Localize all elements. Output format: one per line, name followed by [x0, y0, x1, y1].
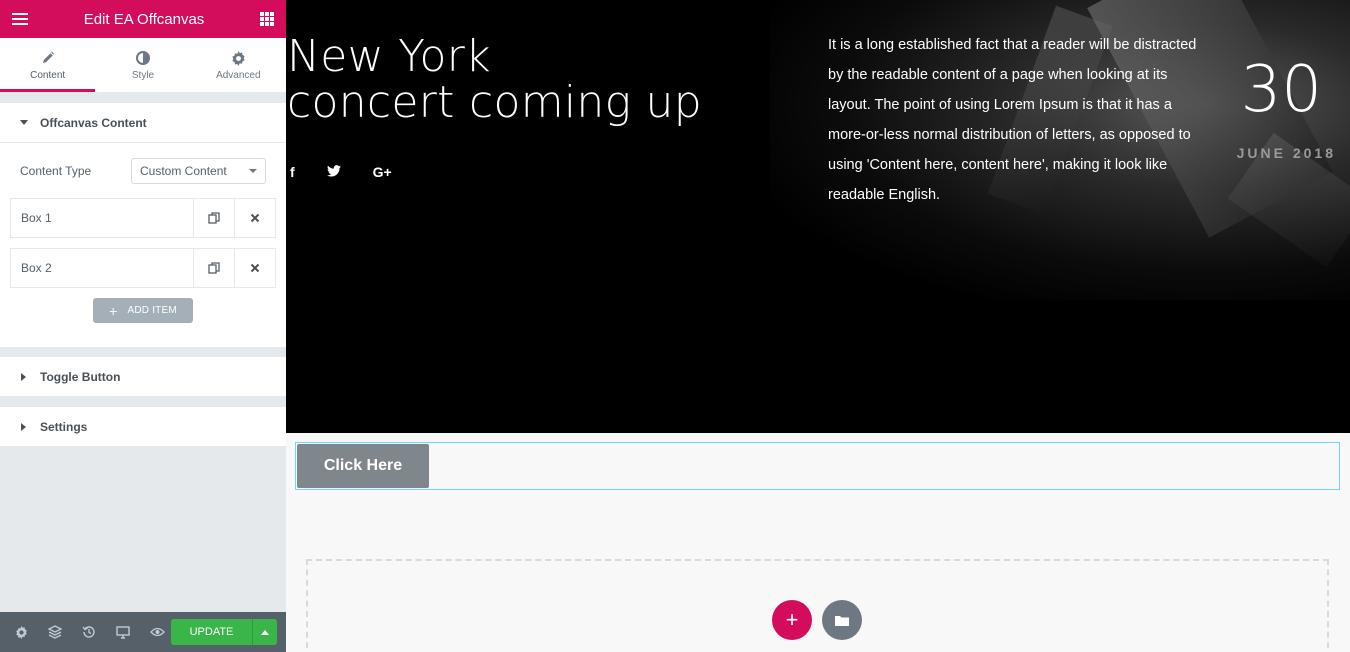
save-options-button[interactable]: [252, 619, 277, 645]
widgets-grid-icon[interactable]: [260, 12, 274, 26]
add-section-dropzone[interactable]: [306, 559, 1329, 652]
facebook-icon[interactable]: f: [290, 164, 295, 180]
section-toggle-button: Toggle Button: [0, 357, 286, 397]
repeater-item-title[interactable]: Box 1: [11, 199, 193, 237]
content-type-control: Content Type Custom Content: [10, 158, 276, 184]
section-title: Toggle Button: [40, 369, 121, 384]
section-title: Settings: [40, 419, 88, 434]
gear-icon: [15, 625, 27, 639]
add-template-button[interactable]: [822, 600, 862, 640]
repeater-item: Box 2: [10, 248, 276, 288]
content-type-value: Custom Content: [140, 164, 227, 178]
tab-style[interactable]: Style: [95, 38, 190, 92]
panel-title: Edit EA Offcanvas: [83, 10, 205, 28]
plus-icon: +: [785, 607, 799, 632]
folder-icon: [835, 615, 849, 626]
content-type-label: Content Type: [20, 164, 92, 178]
add-item-label: ADD ITEM: [127, 305, 177, 316]
caret-right-icon: [21, 372, 26, 381]
history-icon: [82, 626, 95, 638]
section-offcanvas-content-toggle[interactable]: Offcanvas Content: [0, 103, 286, 143]
section-toggle-button-toggle[interactable]: Toggle Button: [0, 357, 286, 397]
hero-title-line1: New York: [287, 31, 491, 82]
section-settings-toggle[interactable]: Settings: [0, 407, 286, 447]
tab-advanced-label: Advanced: [216, 70, 261, 81]
desktop-icon: [116, 625, 130, 639]
hero-title: New York concert coming up: [287, 34, 702, 126]
panel-footer: UPDATE: [0, 612, 286, 652]
tab-content-label: Content: [30, 70, 66, 81]
update-button[interactable]: UPDATE: [171, 619, 252, 645]
add-item-button[interactable]: + ADD ITEM: [93, 298, 193, 323]
contrast-icon: [135, 49, 150, 67]
remove-button[interactable]: [234, 249, 275, 287]
tab-advanced[interactable]: Advanced: [191, 38, 286, 92]
menu-icon[interactable]: [12, 13, 28, 25]
duplicate-button[interactable]: [193, 249, 234, 287]
editor-panel: Edit EA Offcanvas Content Style Advanced: [0, 0, 286, 652]
panel-header: Edit EA Offcanvas: [0, 0, 286, 38]
pencil-icon: [41, 49, 55, 67]
section-title: Offcanvas Content: [40, 115, 147, 130]
tab-content[interactable]: Content: [0, 38, 96, 92]
history-button[interactable]: [72, 612, 106, 652]
social-links: f G+: [290, 164, 424, 180]
offcanvas-toggle-button[interactable]: Click Here: [297, 444, 429, 488]
settings-button[interactable]: [4, 612, 38, 652]
tab-style-label: Style: [131, 70, 155, 81]
event-month: JUNE 2018: [1236, 145, 1336, 161]
caret-down-icon: [20, 120, 28, 125]
section-offcanvas-content: Offcanvas Content Content Type Custom Co…: [0, 103, 286, 347]
hero-title-line2: concert coming up: [287, 77, 702, 128]
add-section-button[interactable]: +: [772, 600, 812, 640]
navigator-button[interactable]: [38, 612, 72, 652]
twitter-icon[interactable]: [326, 164, 341, 180]
hero-section: New York concert coming up f G+ It is a …: [286, 0, 1350, 433]
eye-icon: [149, 627, 165, 637]
event-day: 30: [1240, 53, 1322, 127]
close-icon: [250, 263, 260, 273]
layers-icon: [48, 625, 62, 639]
plus-icon: +: [109, 302, 118, 319]
caret-right-icon: [21, 422, 26, 431]
gear-icon: [231, 49, 246, 67]
section-settings: Settings: [0, 407, 286, 447]
hero-description: It is a long established fact that a rea…: [828, 37, 1197, 203]
content-type-select[interactable]: Custom Content: [131, 158, 266, 184]
update-button-group: UPDATE: [171, 619, 277, 645]
preview-area: New York concert coming up f G+ It is a …: [286, 0, 1350, 652]
duplicate-button[interactable]: [193, 199, 234, 237]
repeater-item-title[interactable]: Box 2: [11, 249, 193, 287]
close-icon: [250, 213, 260, 223]
google-plus-icon[interactable]: G+: [373, 164, 392, 180]
copy-icon: [207, 211, 220, 224]
copy-icon: [207, 261, 220, 274]
responsive-button[interactable]: [106, 612, 140, 652]
caret-up-icon: [261, 629, 269, 635]
chevron-down-icon: [249, 169, 257, 173]
remove-button[interactable]: [234, 199, 275, 237]
repeater-item: Box 1: [10, 198, 276, 238]
offcanvas-widget[interactable]: Click Here: [295, 442, 1340, 490]
panel-tabs: Content Style Advanced: [0, 38, 286, 93]
preview-button[interactable]: [140, 612, 174, 652]
